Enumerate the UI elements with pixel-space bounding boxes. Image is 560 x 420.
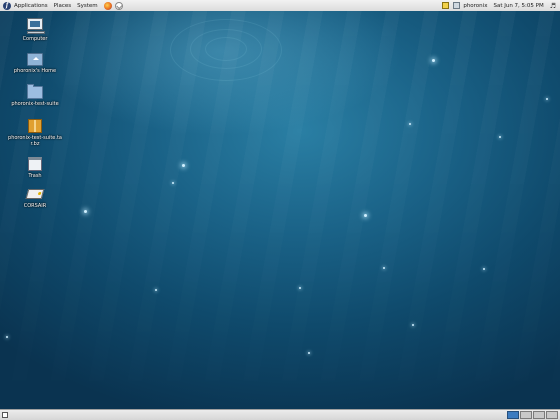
wallpaper-sparkle	[84, 210, 87, 213]
menu-places[interactable]: Places	[54, 3, 72, 9]
desktop-icon-home[interactable]: phoronix's Home	[7, 53, 63, 74]
firefox-launcher-icon[interactable]	[103, 1, 112, 10]
desktop-icon-trash[interactable]: Trash	[7, 157, 63, 179]
volume-icon[interactable]: ♬	[550, 2, 556, 10]
username-label[interactable]: phoronix	[463, 3, 487, 9]
usb-drive-icon	[25, 189, 45, 199]
workspace-switcher[interactable]	[506, 411, 558, 419]
desktop-icon-computer[interactable]: Computer	[7, 18, 63, 42]
desktop-icon-label: phoronix-test-suite	[11, 101, 59, 107]
home-folder-icon	[27, 53, 43, 66]
wallpaper-sparkle	[308, 352, 310, 354]
wallpaper-ripple	[205, 37, 247, 61]
wallpaper-sparkle	[155, 289, 157, 291]
menu-applications[interactable]: Applications	[14, 3, 48, 9]
desktop-icon-label: Computer	[22, 36, 48, 42]
workspace-4[interactable]	[546, 411, 558, 419]
wallpaper-sparkle	[409, 123, 411, 125]
mail-launcher-icon[interactable]	[114, 1, 123, 10]
desktop-icon-label: phoronix's Home	[13, 68, 57, 74]
wallpaper-sparkle	[499, 136, 501, 138]
desktop-icon-label: phoronix-test-suite.tar.bz	[8, 135, 62, 147]
fedora-logo-icon[interactable]: f	[3, 1, 11, 10]
wallpaper-sparkle	[6, 336, 8, 338]
trash-icon	[28, 157, 42, 171]
desktop-wallpaper[interactable]: Computer phoronix's Home phoronix-test-s…	[0, 11, 560, 409]
wallpaper-sparkle	[182, 164, 185, 167]
desktop-icon-test-suite-archive[interactable]: phoronix-test-suite.tar.bz	[7, 119, 63, 147]
workspace-2[interactable]	[520, 411, 532, 419]
wallpaper-sparkle	[364, 214, 367, 217]
desktop-icon-corsair-drive[interactable]: CORSAIR	[7, 189, 63, 209]
notification-icon[interactable]	[442, 2, 450, 9]
package-icon	[28, 119, 42, 133]
menu-system[interactable]: System	[77, 3, 98, 9]
workspace-3[interactable]	[533, 411, 545, 419]
desktop-icon-label: CORSAIR	[23, 203, 47, 209]
wallpaper-sparkle	[483, 268, 485, 270]
folder-icon	[27, 84, 43, 99]
clock[interactable]: Sat Jun 7, 5:05 PM	[493, 3, 543, 9]
desktop-icon-label: Trash	[28, 173, 42, 179]
wallpaper-sparkle	[299, 287, 301, 289]
desktop-icon-test-suite-folder[interactable]: phoronix-test-suite	[7, 84, 63, 107]
show-desktop-icon[interactable]	[2, 412, 8, 418]
user-switcher-icon[interactable]	[453, 2, 461, 9]
wallpaper-sparkle	[383, 267, 385, 269]
wallpaper-sparkle	[432, 59, 435, 62]
wallpaper-sparkle	[546, 98, 548, 100]
wallpaper-sparkle	[172, 182, 174, 184]
bottom-panel	[0, 409, 560, 420]
computer-icon	[27, 18, 45, 34]
workspace-1[interactable]	[507, 411, 519, 419]
wallpaper-sparkle	[412, 324, 414, 326]
